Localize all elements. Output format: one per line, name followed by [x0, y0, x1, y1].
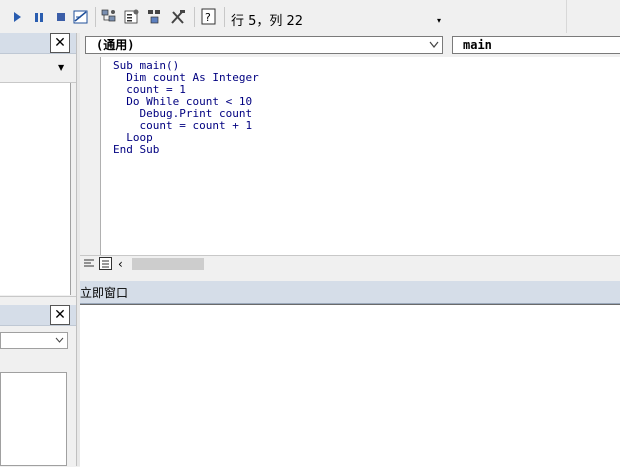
project-explorer-header: ✕ [0, 33, 76, 54]
code-gutter [80, 57, 101, 255]
toolbox-button[interactable] [169, 8, 187, 26]
code-window-header: (通用) main [80, 33, 620, 57]
properties-header: ✕ [0, 305, 76, 326]
code-line[interactable]: End Sub [113, 144, 259, 156]
run-icon [14, 12, 21, 22]
close-icon: ✕ [54, 35, 66, 51]
properties-object-select[interactable] [0, 332, 68, 349]
toolbar-options-dropdown[interactable]: ▾ [437, 16, 441, 25]
code-horizontal-scrollbar[interactable]: ‹ [80, 255, 620, 272]
object-browser-button[interactable] [146, 8, 164, 26]
help-icon: ? [201, 8, 216, 25]
scrollbar-thumb[interactable] [132, 258, 204, 270]
project-explorer-button[interactable] [100, 8, 118, 26]
project-tree[interactable] [0, 83, 71, 295]
properties-close-button[interactable]: ✕ [50, 305, 70, 325]
properties-grid[interactable] [0, 372, 67, 466]
chevron-down-icon [429, 41, 439, 48]
project-explorer-toolbar: ▼ [0, 54, 76, 83]
procedure-view-icon [84, 259, 94, 267]
immediate-window-title: 立即窗口 [80, 286, 129, 300]
scroll-left-icon[interactable]: ‹ [118, 257, 123, 271]
code-editor[interactable]: Sub main() Dim count As Integer count = … [101, 57, 620, 255]
run-button[interactable] [8, 8, 26, 26]
reset-button[interactable] [52, 8, 70, 26]
properties-button[interactable] [123, 8, 141, 26]
procedure-view-button[interactable] [83, 257, 95, 272]
chevron-down-icon [55, 337, 64, 343]
object-browser-icon [148, 10, 160, 24]
code-text[interactable]: Sub main() Dim count As Integer count = … [113, 60, 259, 156]
full-module-view-button[interactable] [99, 257, 112, 273]
close-icon: ✕ [54, 307, 66, 323]
procedure-combo-value: main [463, 38, 492, 52]
project-explorer-icon [101, 9, 116, 22]
cursor-position-status: 行 5，列 22 [231, 14, 304, 29]
design-mode-icon [73, 10, 88, 24]
standard-toolbar: ? 行 5，列 22 ▾ [0, 0, 620, 34]
break-button[interactable] [30, 8, 48, 26]
help-button[interactable]: ? [200, 8, 218, 26]
object-combo-value: (通用) [96, 38, 135, 52]
full-module-view-icon [99, 257, 112, 270]
chevron-down-icon[interactable]: ▼ [58, 63, 64, 72]
immediate-window-header: 立即窗口 [80, 281, 620, 304]
procedure-combo[interactable]: main [452, 36, 620, 54]
toolbox-icon [171, 10, 185, 24]
design-mode-button[interactable] [72, 8, 90, 26]
project-explorer-close-button[interactable]: ✕ [50, 33, 70, 53]
break-icon [35, 13, 43, 22]
object-combo[interactable]: (通用) [85, 36, 443, 54]
svg-text:?: ? [205, 11, 211, 24]
reset-icon [57, 13, 65, 21]
immediate-window-body[interactable] [80, 304, 620, 467]
properties-icon [124, 9, 139, 24]
